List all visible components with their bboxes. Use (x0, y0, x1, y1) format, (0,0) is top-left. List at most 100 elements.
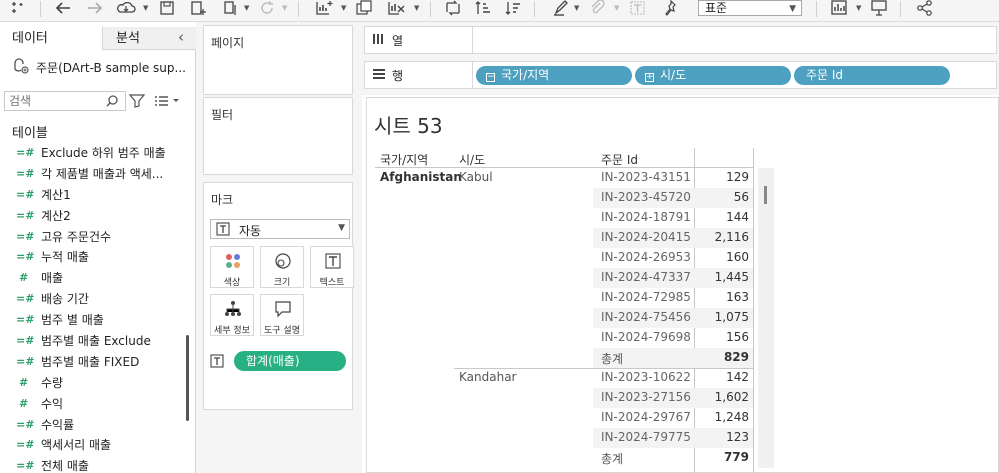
filter-icon[interactable] (128, 94, 146, 111)
list-view-icon[interactable] (154, 94, 180, 111)
table-row[interactable]: IN-2024-79775 123 (593, 428, 753, 448)
show-me-icon[interactable] (830, 0, 852, 18)
order-id-cell: IN-2023-43151 (601, 170, 691, 184)
pin-icon[interactable] (662, 0, 680, 18)
highlight-icon[interactable] (552, 0, 570, 18)
chevron-down-icon[interactable]: ▼ (574, 4, 579, 12)
chevron-down-icon[interactable]: ▼ (341, 4, 346, 12)
chevron-down-icon[interactable]: ▼ (856, 4, 861, 12)
city-cell[interactable]: Kabul (459, 170, 493, 184)
field-item[interactable]: =# 액세서리 매출 (0, 435, 180, 456)
field-item[interactable]: # 수익 (0, 394, 180, 415)
expand-icon[interactable]: + (645, 73, 654, 82)
refresh-icon[interactable] (258, 0, 276, 18)
table-row[interactable]: IN-2023-45720 56 (593, 188, 753, 208)
sheet-title[interactable]: 시트 53 (374, 110, 443, 139)
field-item[interactable]: =# 범주별 매출 FIXED (0, 352, 180, 373)
header-country[interactable]: 국가/지역 (380, 151, 428, 168)
sort-ascending-icon[interactable] (474, 0, 492, 18)
city-pill[interactable]: + 시/도 (635, 66, 791, 85)
swap-rows-columns-icon[interactable] (444, 0, 462, 18)
collapse-icon[interactable]: − (486, 73, 495, 82)
field-item[interactable]: =# 범주 별 매출 (0, 310, 180, 331)
measure-icon: # (19, 375, 29, 389)
duplicate-sheet-icon[interactable] (222, 0, 240, 18)
field-item[interactable]: =# 수익률 (0, 415, 180, 436)
undo-icon[interactable] (54, 0, 72, 18)
rows-shelf[interactable]: 행 − 국가/지역 + 시/도 주문 Id (364, 61, 997, 89)
subtotal-row[interactable]: 총계 829 (593, 348, 753, 368)
new-worksheet-icon[interactable] (190, 0, 208, 18)
color-button[interactable]: 색상 (210, 246, 254, 288)
size-button[interactable]: 크기 (260, 246, 304, 288)
redo-icon[interactable] (86, 0, 104, 18)
search-input[interactable] (5, 92, 100, 110)
sparkle-icon[interactable] (10, 0, 26, 18)
field-item[interactable]: # 매출 (0, 268, 180, 289)
header-city[interactable]: 시/도 (459, 151, 485, 168)
table-row[interactable]: IN-2024-75456 1,075 (593, 308, 753, 328)
tab-data[interactable]: 데이터 (0, 27, 102, 50)
table-row[interactable]: IN-2023-27156 1,602 (593, 388, 753, 408)
detail-button[interactable]: 세부 정보 (210, 294, 254, 336)
filters-card[interactable]: 필터 (203, 97, 353, 175)
chevron-left-icon[interactable]: ‹ (178, 28, 184, 46)
field-item[interactable]: # 수량 (0, 373, 180, 394)
scrollbar-thumb[interactable] (764, 186, 767, 204)
field-item[interactable]: =# 고유 주문건수 (0, 227, 180, 248)
tooltip-button[interactable]: 도구 설명 (260, 294, 304, 336)
table-row[interactable]: IN-2024-72985 163 (593, 288, 753, 308)
view-scrollbar[interactable] (758, 168, 774, 468)
table-row[interactable]: IN-2024-18791 144 (593, 208, 753, 228)
search-icon[interactable] (105, 94, 119, 111)
field-item[interactable]: =# 누적 매출 (0, 247, 180, 268)
table-row[interactable]: IN-2023-43151 129 (593, 168, 753, 188)
share-icon[interactable] (916, 0, 934, 18)
field-item[interactable]: =# Exclude 하위 범주 매출 (0, 143, 180, 164)
country-pill[interactable]: − 국가/지역 (476, 66, 632, 85)
city-cell[interactable]: Kandahar (459, 370, 516, 384)
table-row[interactable]: IN-2024-20415 2,116 (593, 228, 753, 248)
chevron-down-icon[interactable]: ▼ (614, 4, 619, 12)
sum-sales-pill[interactable]: 합계(매출) (234, 351, 346, 371)
subtotal-row[interactable]: 총계 779 (593, 448, 753, 468)
field-item[interactable]: =# 배송 기간 (0, 289, 180, 310)
measure-icon: # (19, 396, 29, 410)
table-row[interactable]: IN-2024-47337 1,445 (593, 268, 753, 288)
field-item[interactable]: =# 계산2 (0, 206, 180, 227)
field-item[interactable]: =# 범주별 매출 Exclude (0, 331, 180, 352)
sort-descending-icon[interactable] (504, 0, 522, 18)
header-order-id[interactable]: 주문 Id (601, 151, 638, 168)
pause-updates-icon[interactable] (354, 0, 374, 18)
table-row[interactable]: IN-2024-26953 160 (593, 248, 753, 268)
clear-sheet-icon[interactable] (386, 0, 406, 18)
field-item[interactable]: =# 전체 매출 (0, 456, 180, 473)
data-pane-scrollbar[interactable] (186, 335, 189, 421)
pages-card[interactable]: 페이지 (203, 25, 353, 95)
show-mark-labels-icon[interactable] (628, 0, 648, 18)
datasource-item[interactable]: 주문(DArt-B sample sup... (0, 55, 196, 79)
group-members-icon[interactable] (588, 0, 606, 18)
chevron-down-icon[interactable]: ▼ (414, 4, 419, 12)
mark-type-dropdown[interactable]: 자동 ▼ (210, 219, 350, 239)
columns-shelf[interactable]: 열 (364, 26, 997, 54)
table-row[interactable]: IN-2024-29767 1,248 (593, 408, 753, 428)
save-datasource-icon[interactable] (116, 0, 138, 18)
field-item[interactable]: =# 계산1 (0, 185, 180, 206)
chevron-down-icon[interactable]: ▼ (143, 4, 148, 12)
chevron-down-icon[interactable]: ▼ (244, 4, 249, 12)
country-cell[interactable]: Afghanistan (380, 170, 462, 184)
table-row[interactable]: IN-2023-10622 142 (593, 368, 753, 388)
order-id-pill[interactable]: 주문 Id (794, 66, 950, 85)
new-datasource-icon[interactable] (314, 0, 334, 18)
table-row[interactable]: IN-2024-79698 156 (593, 328, 753, 348)
chevron-down-icon[interactable]: ▼ (282, 4, 287, 12)
field-item[interactable]: =# 각 제품별 매출과 액세... (0, 164, 180, 185)
order-id-cell: IN-2023-10622 (601, 370, 691, 384)
sales-value-cell: 144 (726, 210, 749, 224)
text-button[interactable]: 텍스트 (310, 246, 354, 288)
presentation-mode-icon[interactable] (870, 0, 888, 18)
save-icon[interactable] (158, 0, 176, 18)
fit-dropdown[interactable]: 표준 ▼ (698, 0, 802, 16)
subtotal-label: 총계 (601, 452, 624, 466)
